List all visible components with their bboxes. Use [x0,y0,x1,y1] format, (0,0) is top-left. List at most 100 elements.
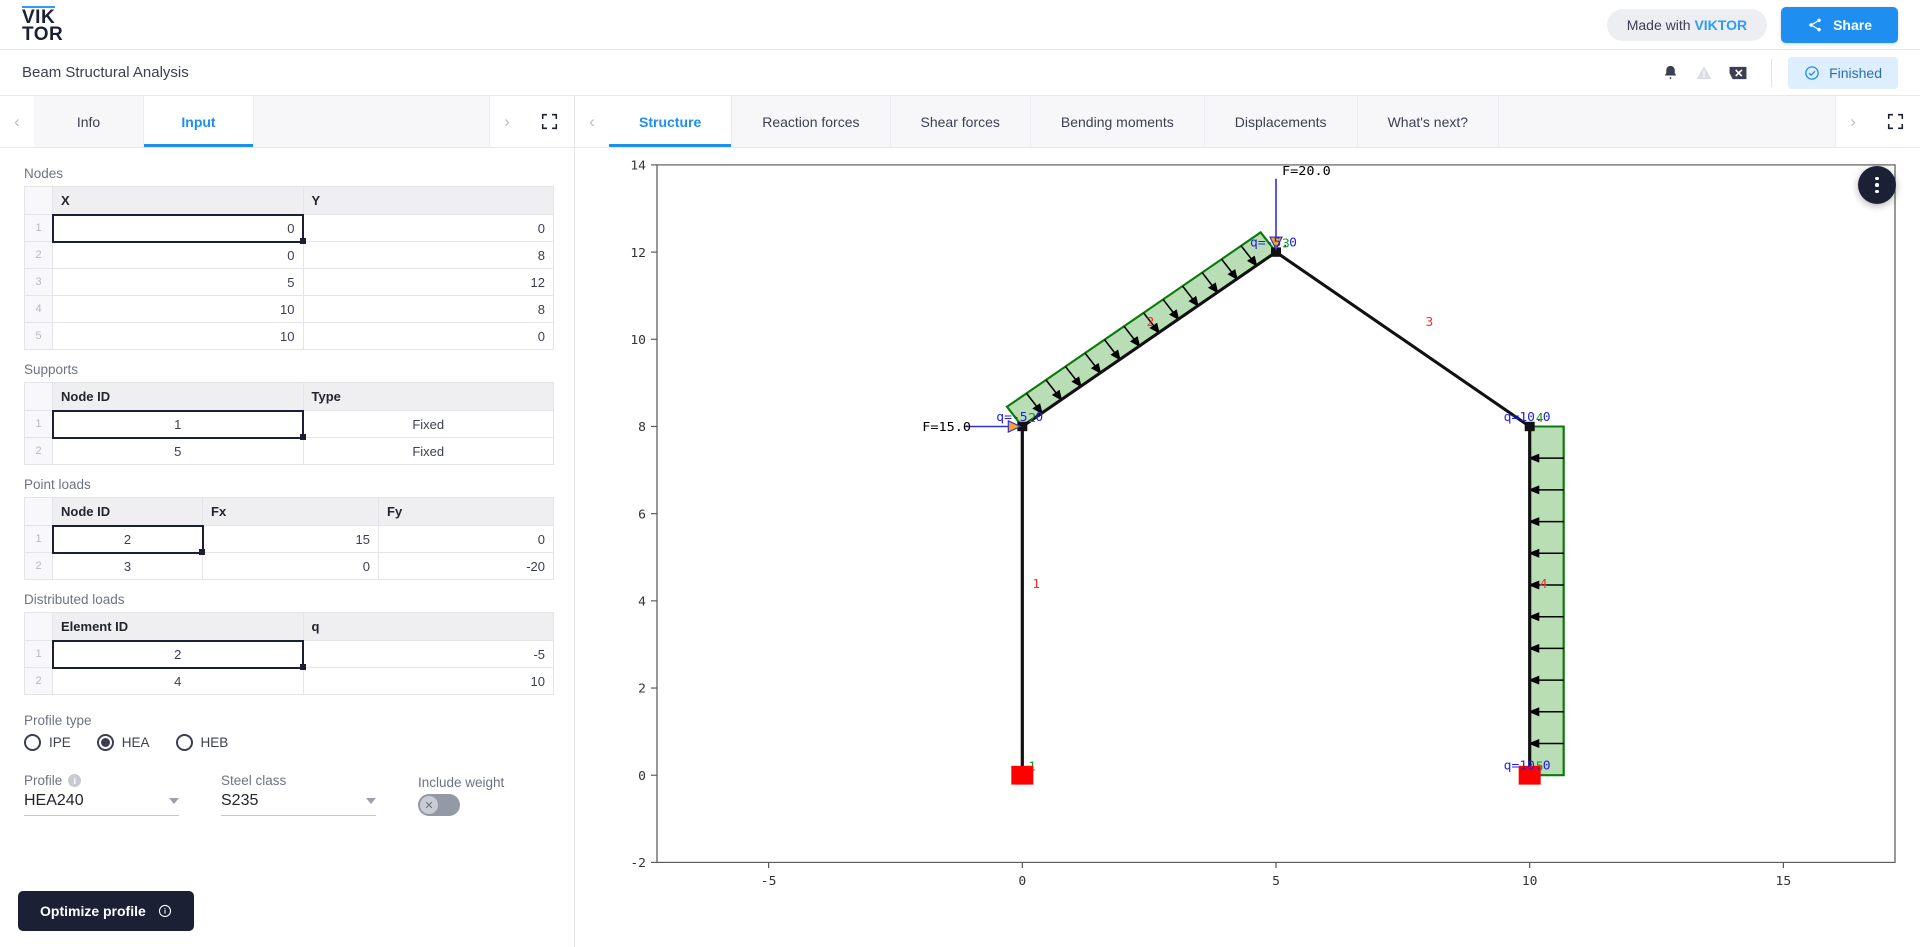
results-tabs-next-button[interactable]: › [1836,96,1870,147]
table-row[interactable]: 4 10 8 [24,295,554,323]
cell-fy[interactable]: 0 [378,525,554,553]
include-weight-toggle[interactable]: ✕ [418,794,460,816]
tab-displacements[interactable]: Displacements [1204,96,1358,147]
cell-fx[interactable]: 15 [202,525,379,553]
radio-hea[interactable] [96,734,114,751]
cell-element-id[interactable]: 4 [52,667,304,695]
share-icon [1809,18,1821,31]
column-header-y[interactable]: Y [302,186,554,215]
viktor-logo[interactable]: VIK TOR [22,6,63,44]
tab-structure[interactable]: Structure [609,96,733,147]
svg-text:q=10.0: q=10.0 [1504,758,1551,773]
point-loads-table[interactable]: Node ID Fx Fy 1 2 15 0 2 3 0 -20 [24,497,554,580]
plot-options-button[interactable] [1858,166,1896,204]
table-row[interactable]: 2 4 10 [24,667,554,695]
cell-node-id[interactable]: 5 [52,437,304,465]
nodes-table[interactable]: X Y 1 0 0 2 0 8 3 5 12 4 10 8 5 10 0 [24,186,554,350]
profile-caption-text: Profile [24,773,63,788]
profile-select[interactable]: HEA240 [24,792,179,816]
svg-text:14: 14 [630,158,646,173]
tab-whats-next-label: What's next? [1387,113,1469,130]
optimize-profile-button[interactable]: Optimize profile [18,891,194,931]
cell-y[interactable]: 0 [302,322,554,350]
cell-x[interactable]: 10 [52,322,304,350]
column-header-fx[interactable]: Fx [202,497,379,526]
input-fullscreen-button[interactable] [524,96,574,147]
cell-y[interactable]: 12 [302,268,554,296]
profile-caption: Profile i [24,773,179,788]
row-index: 5 [24,322,53,350]
tab-input[interactable]: Input [144,96,254,147]
cell-q[interactable]: 10 [302,667,554,695]
warnings-button[interactable] [1687,56,1721,90]
column-header-fy[interactable]: Fy [378,497,554,526]
table-row[interactable]: 2 0 8 [24,241,554,269]
made-with-viktor-badge[interactable]: Made with VIKTOR [1606,8,1768,41]
cell-x[interactable]: 10 [52,295,304,323]
tab-reaction-forces[interactable]: Reaction forces [732,96,891,147]
column-header-element-id[interactable]: Element ID [52,612,304,641]
structure-plot[interactable]: -202468101214-5051015 123412345F=15.0F=2… [575,148,1920,947]
row-index: 2 [24,552,53,580]
table-row[interactable]: 1 2 -5 [24,639,554,671]
row-index: 2 [24,437,53,465]
table-row[interactable]: 1 1 Fixed [24,409,554,441]
cell-x[interactable]: 0 [52,241,304,269]
cell-node-id[interactable]: 3 [52,552,203,580]
share-button[interactable]: Share [1781,6,1898,43]
results-fullscreen-button[interactable] [1870,96,1920,147]
notifications-button[interactable] [1653,56,1687,90]
made-with-text: Made with [1626,16,1695,33]
radio-ipe[interactable] [24,734,41,751]
supports-table[interactable]: Node ID Type 1 1 Fixed 2 5 Fixed [24,382,554,465]
input-panel: ‹ Info Input › Nodes X Y 1 0 0 2 0 8 3 5… [0,96,575,947]
cell-x[interactable]: 0 [51,213,306,245]
table-row[interactable]: 3 5 12 [24,268,554,296]
column-header-node-id[interactable]: Node ID [52,497,203,526]
errors-button[interactable] [1721,56,1755,90]
row-index: 4 [24,295,53,323]
input-tabs-next-button[interactable]: › [490,96,524,147]
table-row[interactable]: 5 10 0 [24,322,554,350]
svg-text:2: 2 [638,681,646,696]
point-loads-label: Point loads [24,477,91,492]
radio-heb[interactable] [175,734,193,751]
results-tabs-prev-button[interactable]: ‹ [575,96,609,147]
row-index: 1 [24,525,53,553]
tab-bending-moments[interactable]: Bending moments [1030,96,1205,147]
cell-node-id[interactable]: 1 [51,409,306,441]
cell-node-id[interactable]: 2 [51,524,206,556]
cell-fy[interactable]: -20 [378,552,554,580]
cell-y[interactable]: 0 [302,214,554,242]
row-index: 3 [24,268,53,296]
nodes-label: Nodes [24,166,64,181]
info-icon[interactable]: i [68,774,82,787]
made-with-brand: VIKTOR [1694,16,1748,33]
distributed-loads-table[interactable]: Element ID q 1 2 -5 2 4 10 [24,612,554,695]
input-tabs-prev-button[interactable]: ‹ [0,96,34,147]
cell-type[interactable]: Fixed [302,437,554,465]
column-header-node-id[interactable]: Node ID [52,382,304,411]
cell-x[interactable]: 5 [52,268,304,296]
cell-type[interactable]: Fixed [302,410,554,438]
tab-info[interactable]: Info [34,96,144,147]
cell-q[interactable]: -5 [302,640,554,668]
column-header-q[interactable]: q [302,612,554,641]
column-header-x[interactable]: X [52,186,304,215]
tab-shear-forces[interactable]: Shear forces [890,96,1031,147]
table-row[interactable]: 2 3 0 -20 [24,552,554,580]
cell-fx[interactable]: 0 [202,552,379,580]
table-row[interactable]: 1 0 0 [24,213,554,245]
steel-class-select[interactable]: S235 [221,792,376,816]
tab-bending-moments-label: Bending moments [1060,113,1174,130]
cell-element-id[interactable]: 2 [51,639,306,671]
svg-text:q=-5.0: q=-5.0 [1250,235,1297,250]
table-row[interactable]: 2 5 Fixed [24,437,554,465]
table-row[interactable]: 1 2 15 0 [24,524,554,556]
tab-whats-next[interactable]: What's next? [1357,96,1500,147]
top-bar: VIK TOR Made with VIKTOR Share [0,0,1920,50]
cell-y[interactable]: 8 [302,241,554,269]
include-weight-caption-text: Include weight [418,775,505,790]
cell-y[interactable]: 8 [302,295,554,323]
column-header-type[interactable]: Type [302,382,554,411]
